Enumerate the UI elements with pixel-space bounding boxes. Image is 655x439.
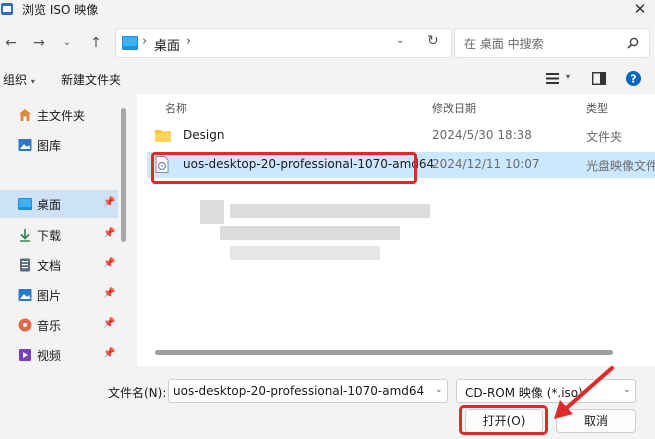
download-icon (20, 229, 30, 242)
file-row-design[interactable]: Design 2024/5/30 18:38 文件夹 (147, 123, 655, 149)
sidebar-item-videos[interactable]: 视频 📌 (0, 341, 118, 366)
sidebar-item-label: 音乐 (37, 319, 62, 333)
preview-pane-icon[interactable] (592, 72, 606, 85)
pictures-icon (18, 289, 32, 301)
file-type: 文件夹 (586, 130, 623, 144)
annotation-arrow-icon (554, 366, 614, 419)
pin-icon[interactable]: 📌 (103, 288, 115, 299)
filename-value: uos-desktop-20-professional-1070-amd64 (173, 384, 425, 398)
navigation-bar: ← → ⌄ ↑ › 桌面 › ⌄ ↻ 在 桌面 中搜索 (0, 25, 655, 61)
sidebar-item-label: 视频 (37, 349, 62, 363)
pin-icon[interactable]: 📌 (103, 348, 115, 359)
pin-icon[interactable]: 📌 (103, 318, 115, 329)
sidebar-item-label: 图片 (37, 289, 62, 303)
file-date: 2024/5/30 18:38 (432, 128, 532, 142)
sidebar-item-music[interactable]: 音乐 📌 (0, 311, 118, 339)
column-header-type[interactable]: 类型 (586, 100, 608, 116)
back-arrow-icon[interactable]: ← (0, 32, 22, 54)
sidebar-item-label: 文档 (37, 259, 62, 273)
sidebar-item-gallery[interactable]: 图库 (0, 131, 118, 159)
organize-dropdown-icon: ▾ (30, 77, 35, 86)
desktop-location-icon (122, 36, 138, 50)
refresh-icon[interactable]: ↻ (427, 33, 439, 49)
horizontal-scrollbar[interactable] (155, 350, 613, 355)
file-date: 2024/12/11 10:07 (432, 157, 540, 171)
filter-dropdown-icon: ⌄ (623, 385, 631, 395)
selected-file-highlight (151, 152, 417, 184)
column-header-name[interactable]: 名称 (165, 100, 187, 116)
document-icon (20, 258, 30, 272)
navigation-pane: 主文件夹 图库 桌面 📌 下载 📌 文档 📌 图片 📌 音乐 📌 视频 📌 (0, 94, 130, 366)
open-button-highlight (459, 405, 548, 435)
filename-dropdown-icon[interactable]: ⌄ (435, 385, 443, 395)
recent-locations-chevron-icon[interactable]: ⌄ (56, 32, 78, 54)
address-bar[interactable]: › 桌面 › ⌄ ↻ (115, 28, 452, 58)
svg-text:?: ? (630, 73, 636, 86)
video-icon (19, 349, 31, 361)
filename-label: 文件名(N): (108, 386, 167, 400)
pin-icon[interactable]: 📌 (103, 228, 115, 239)
file-type: 光盘映像文件 (586, 159, 655, 173)
search-box[interactable]: 在 桌面 中搜索 (454, 28, 650, 58)
sidebar-item-downloads[interactable]: 下载 📌 (0, 221, 118, 249)
app-icon (1, 3, 13, 15)
sidebar-item-home[interactable]: 主文件夹 (0, 101, 118, 129)
help-icon[interactable]: ? (626, 71, 641, 86)
forward-arrow-icon[interactable]: → (28, 32, 50, 54)
home-icon (19, 109, 31, 121)
title-bar: 浏览 ISO 映像 ✕ (0, 0, 655, 20)
column-header-date[interactable]: 修改日期 (432, 100, 476, 116)
blurred-region (200, 200, 440, 270)
search-input[interactable]: 在 桌面 中搜索 (464, 35, 544, 52)
organize-label: 组织 (3, 73, 28, 87)
new-folder-button[interactable]: 新建文件夹 (61, 71, 121, 88)
search-icon (627, 37, 639, 49)
desktop-icon (18, 198, 32, 210)
sidebar-item-label: 桌面 (37, 198, 62, 212)
close-button[interactable]: ✕ (630, 0, 650, 19)
organize-menu-button[interactable]: 组织 ▾ (3, 71, 35, 88)
view-dropdown-icon[interactable]: ▾ (566, 72, 570, 81)
sidebar-scrollbar[interactable] (121, 108, 126, 242)
pin-icon[interactable]: 📌 (103, 258, 115, 269)
filename-input[interactable]: uos-desktop-20-professional-1070-amd64 ⌄ (168, 379, 448, 403)
window-title: 浏览 ISO 映像 (22, 3, 99, 17)
sidebar-item-pictures[interactable]: 图片 📌 (0, 281, 118, 309)
sidebar-item-desktop[interactable]: 桌面 📌 (0, 190, 118, 218)
music-icon (18, 318, 32, 332)
sidebar-item-label: 主文件夹 (37, 109, 86, 123)
file-name: Design (183, 128, 225, 142)
address-dropdown-chevron-icon[interactable]: ⌄ (396, 35, 404, 46)
breadcrumb-separator-icon: › (142, 34, 148, 49)
view-options-icon[interactable] (546, 73, 559, 84)
pin-icon[interactable]: 📌 (103, 197, 115, 208)
breadcrumb-item-desktop[interactable]: 桌面 (154, 35, 180, 54)
up-arrow-icon[interactable]: ↑ (85, 32, 107, 54)
folder-icon (155, 130, 171, 142)
sidebar-item-documents[interactable]: 文档 📌 (0, 251, 118, 279)
command-bar: 组织 ▾ 新建文件夹 ▾ ? (0, 64, 655, 94)
sidebar-item-label: 图库 (37, 139, 62, 153)
breadcrumb-separator-icon[interactable]: › (186, 34, 191, 49)
gallery-icon (18, 139, 32, 151)
sort-indicator-icon: ^ (288, 94, 296, 101)
sidebar-item-label: 下载 (37, 229, 62, 243)
